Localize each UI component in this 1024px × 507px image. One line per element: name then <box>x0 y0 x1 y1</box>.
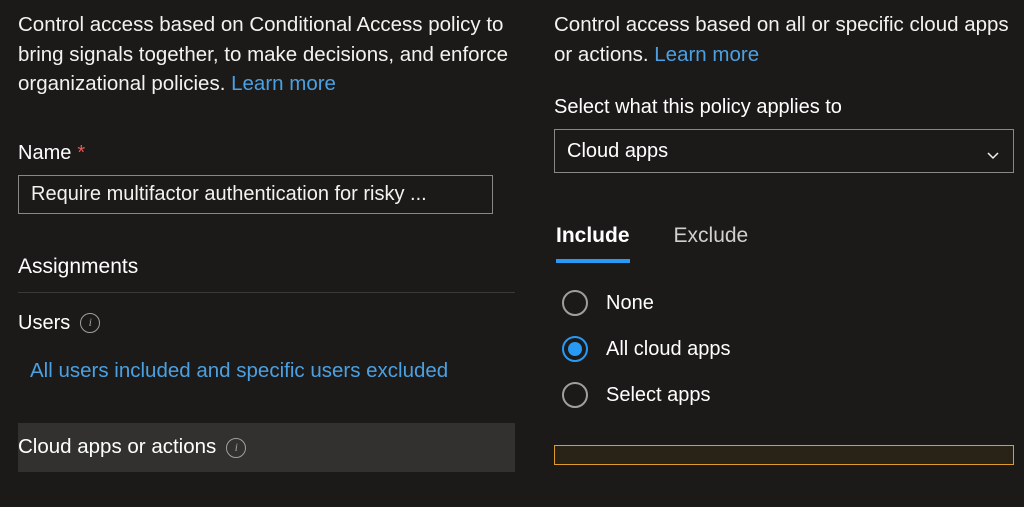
name-label: Name * <box>18 139 515 167</box>
applies-to-label: Select what this policy applies to <box>554 93 1014 121</box>
info-icon[interactable]: i <box>80 313 100 333</box>
assignments-heading: Assignments <box>18 252 515 292</box>
learn-more-link-right[interactable]: Learn more <box>654 43 759 66</box>
option-label: All cloud apps <box>606 335 731 363</box>
tab-include[interactable]: Include <box>556 221 630 262</box>
policy-name-input[interactable] <box>18 175 493 214</box>
option-all-cloud-apps[interactable]: All cloud apps <box>562 335 1014 363</box>
info-icon[interactable]: i <box>226 438 246 458</box>
radio-dot-icon <box>568 342 582 356</box>
dropdown-value: Cloud apps <box>567 137 668 165</box>
cloud-apps-description-text: Control access based on all or specific … <box>554 13 1009 66</box>
include-exclude-tabs: Include Exclude <box>554 221 1014 262</box>
learn-more-link-left[interactable]: Learn more <box>231 72 336 95</box>
radio-icon <box>562 382 588 408</box>
users-label: Users <box>18 309 70 337</box>
radio-icon-selected <box>562 336 588 362</box>
option-none[interactable]: None <box>562 289 1014 317</box>
users-summary-link[interactable]: All users included and specific users ex… <box>18 357 515 386</box>
option-label: Select apps <box>606 381 711 409</box>
cloud-apps-label: Cloud apps or actions <box>18 433 216 462</box>
include-options-group: None All cloud apps Select apps <box>554 289 1014 409</box>
radio-icon <box>562 290 588 316</box>
required-asterisk: * <box>77 139 85 167</box>
chevron-down-icon <box>985 143 1001 159</box>
option-select-apps[interactable]: Select apps <box>562 381 1014 409</box>
warning-notice <box>554 445 1014 465</box>
cloud-apps-section-selected[interactable]: Cloud apps or actions i <box>18 423 515 472</box>
name-label-text: Name <box>18 139 71 167</box>
tab-exclude[interactable]: Exclude <box>674 221 749 262</box>
users-section[interactable]: Users i All users included and specific … <box>18 309 515 386</box>
applies-to-dropdown[interactable]: Cloud apps <box>554 129 1014 173</box>
option-label: None <box>606 289 654 317</box>
